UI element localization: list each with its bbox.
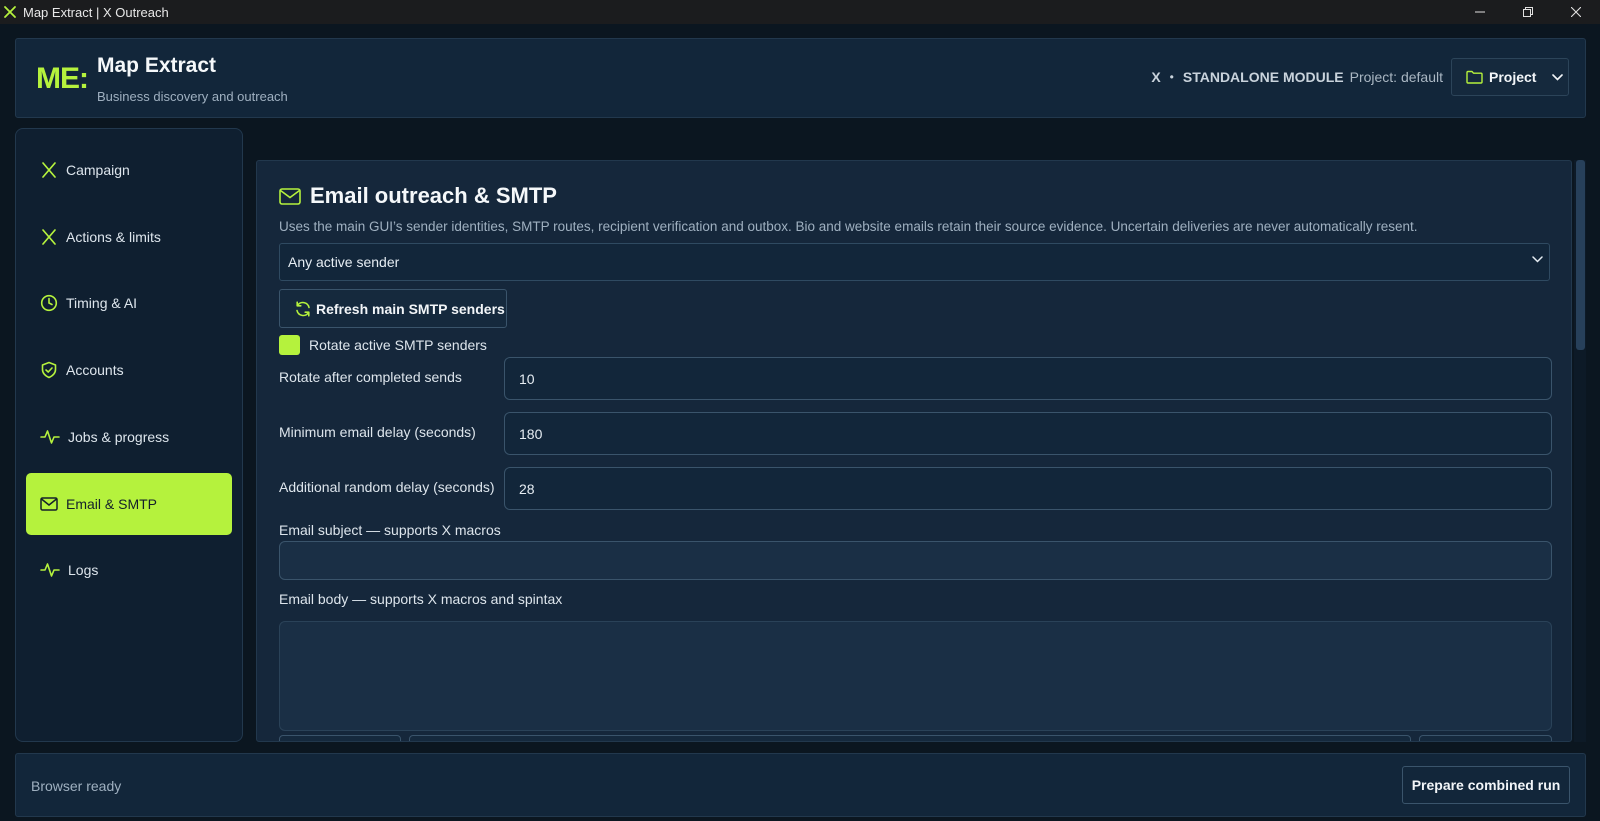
header-right: X • STANDALONE MODULE Project: default P… [1151,58,1569,96]
prepare-button-label: Prepare combined run [1411,777,1561,793]
refresh-button-label: Refresh main SMTP senders [316,300,505,317]
x-icon [42,229,56,245]
window-title: Map Extract | X Outreach [23,4,169,20]
sidebar-item-jobs-progress[interactable]: Jobs & progress [26,406,232,468]
module-label: STANDALONE MODULE [1182,69,1344,85]
status-text: Browser ready [31,778,122,794]
close-icon [1571,7,1581,17]
sidebar-item-campaign[interactable]: Campaign [26,139,232,201]
email-smtp-panel: Email outreach & SMTP Uses the main GUI’… [256,160,1572,742]
sidebar-item-label: Accounts [66,362,124,378]
rotate-senders-checkbox-row[interactable]: Rotate active SMTP senders [279,335,487,355]
project-button[interactable]: Project [1451,58,1569,96]
app-logo: ME: [36,62,89,95]
window-titlebar: Map Extract | X Outreach [0,0,1600,24]
section-title: Email outreach & SMTP [279,183,557,209]
project-button-label: Project [1489,69,1537,85]
refresh-smtp-senders-button[interactable]: Refresh main SMTP senders [279,289,507,328]
mail-icon [40,497,58,511]
min-delay-label: Minimum email delay (seconds) [279,424,476,440]
sidebar-item-label: Email & SMTP [66,496,158,512]
sidebar-item-timing-ai[interactable]: Timing & AI [26,272,232,334]
section-title-text: Email outreach & SMTP [310,183,557,208]
module-x-label: X [1151,69,1161,85]
clock-icon [40,294,58,312]
partial-control[interactable] [409,735,1411,741]
prepare-combined-run-button[interactable]: Prepare combined run [1402,766,1570,804]
minimize-button[interactable] [1456,0,1504,24]
activity-icon [40,430,60,444]
sidebar-item-accounts[interactable]: Accounts [26,339,232,401]
subject-input[interactable] [279,541,1552,580]
partial-control[interactable] [279,735,401,741]
chevron-down-icon [1532,256,1543,263]
minimize-icon [1475,11,1485,13]
app-header: ME: Map Extract Business discovery and o… [15,38,1586,118]
sender-select-value: Any active sender [288,254,400,270]
module-separator: • [1169,70,1174,84]
panel-scrollbar-thumb[interactable] [1576,160,1585,350]
rotate-senders-label: Rotate active SMTP senders [309,337,487,353]
rotate-after-input[interactable]: 10 [504,357,1552,400]
close-button[interactable] [1552,0,1600,24]
app-subtitle: Business discovery and outreach [97,89,288,104]
restore-icon [1523,7,1533,17]
sidebar-item-label: Actions & limits [66,229,161,245]
restore-button[interactable] [1504,0,1552,24]
sidebar: Campaign Actions & limits Timing & AI Ac… [15,128,243,742]
folder-icon [1466,70,1483,84]
sidebar-item-email-smtp[interactable]: Email & SMTP [26,473,232,535]
x-icon [42,162,56,178]
sender-select[interactable]: Any active sender [279,243,1550,281]
project-label: Project: default [1349,69,1443,85]
mail-icon [279,187,301,205]
sidebar-item-actions-limits[interactable]: Actions & limits [26,206,232,268]
chevron-down-icon [1552,73,1564,81]
status-footer: Browser ready Prepare combined run [15,753,1586,817]
subject-label: Email subject — supports X macros [279,522,501,538]
body-textarea[interactable] [279,621,1552,731]
random-delay-input[interactable]: 28 [504,467,1552,510]
app-title: Map Extract [97,54,217,77]
section-description: Uses the main GUI’s sender identities, S… [279,219,1418,234]
body-label: Email body — supports X macros and spint… [279,591,563,607]
sidebar-item-label: Logs [68,562,99,578]
rotate-senders-checkbox[interactable] [279,335,300,355]
sidebar-item-label: Jobs & progress [68,429,170,445]
app-x-icon [4,6,16,18]
sidebar-item-label: Campaign [66,162,130,178]
min-delay-input[interactable]: 180 [504,412,1552,455]
random-delay-label: Additional random delay (seconds) [279,479,495,495]
sidebar-item-label: Timing & AI [66,295,138,311]
refresh-icon [296,300,310,317]
rotate-after-label: Rotate after completed sends [279,369,462,385]
sidebar-item-logs[interactable]: Logs [26,539,232,601]
activity-icon [40,563,60,577]
partial-control[interactable] [1419,735,1552,741]
shield-check-icon [41,361,57,379]
